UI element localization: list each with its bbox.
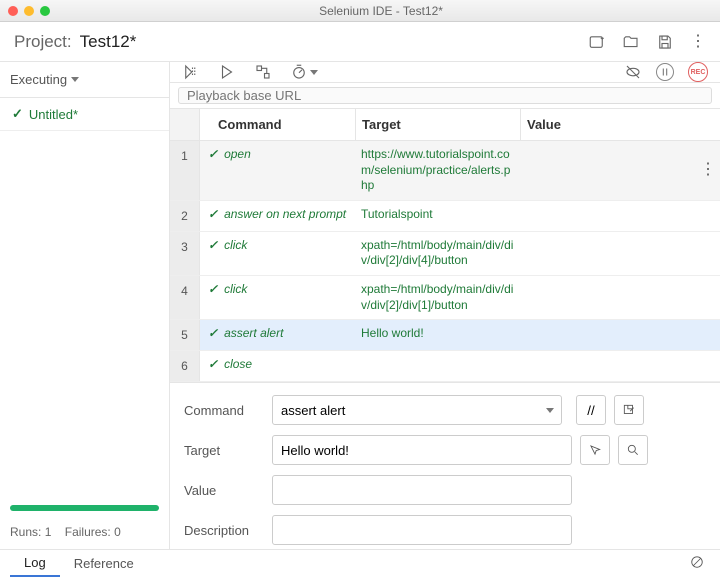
check-icon: ✓: [208, 357, 218, 371]
check-icon: ✓: [208, 282, 218, 296]
row-number: 6: [170, 351, 200, 381]
row-number: 4: [170, 276, 200, 319]
row-number: 5: [170, 320, 200, 350]
maximize-window-icon[interactable]: [40, 6, 50, 16]
failures-count: 0: [114, 525, 121, 539]
ed-description-label: Description: [184, 523, 264, 538]
target-text: Tutorialspoint: [355, 201, 520, 231]
command-text: open: [224, 147, 251, 161]
value-text: [520, 232, 696, 275]
table-row[interactable]: 3 ✓ click xpath=/html/body/main/div/div/d…: [170, 232, 720, 276]
check-icon: ✓: [208, 326, 218, 340]
command-text: assert alert: [224, 326, 283, 340]
window-title: Selenium IDE - Test12*: [50, 4, 712, 18]
table-row[interactable]: 1 ✓ open https://www.tutorialspoint.com/s…: [170, 141, 720, 201]
ed-value-label: Value: [184, 483, 264, 498]
check-icon: ✓: [12, 106, 23, 122]
chevron-down-icon: [310, 70, 318, 75]
runs-count: 1: [45, 525, 52, 539]
toggle-disable-button[interactable]: //: [576, 395, 606, 425]
check-icon: ✓: [208, 207, 218, 221]
th-target: Target: [355, 109, 520, 140]
table-row[interactable]: 6 ✓ close: [170, 351, 720, 382]
more-menu-icon[interactable]: ⋮: [690, 34, 706, 50]
runs-label: Runs:: [10, 525, 41, 539]
chevron-down-icon: [71, 77, 79, 82]
th-value: Value: [520, 109, 696, 140]
table-row[interactable]: 4 ✓ click xpath=/html/body/main/div/div/d…: [170, 276, 720, 320]
project-label: Project:: [14, 32, 72, 52]
table-header: Command Target Value: [170, 109, 720, 141]
sidebar: Executing ✓ Untitled* Runs: 1 Failures: …: [0, 62, 170, 549]
table-row[interactable]: 5 ✓ assert alert Hello world!: [170, 320, 720, 351]
target-text: xpath=/html/body/main/div/div/div[2]/div…: [355, 232, 520, 275]
tab-log[interactable]: Log: [10, 550, 60, 577]
ed-target-label: Target: [184, 443, 264, 458]
target-input[interactable]: [272, 435, 572, 465]
command-input[interactable]: [272, 395, 562, 425]
command-text: click: [224, 282, 247, 296]
disable-breakpoints-icon[interactable]: [624, 63, 642, 81]
row-number: 3: [170, 232, 200, 275]
sidebar-item-test[interactable]: ✓ Untitled*: [0, 98, 169, 131]
th-command: Command: [200, 109, 355, 140]
ed-command-label: Command: [184, 403, 264, 418]
toolbar: REC: [170, 62, 720, 83]
find-target-button[interactable]: [618, 435, 648, 465]
bottom-tabs: Log Reference: [0, 549, 720, 577]
clear-log-icon[interactable]: [690, 555, 704, 572]
description-input[interactable]: [272, 515, 572, 545]
project-name: Test12*: [80, 32, 137, 52]
open-project-icon[interactable]: [622, 33, 640, 51]
value-text: [520, 276, 696, 319]
titlebar: Selenium IDE - Test12*: [0, 0, 720, 22]
sidebar-item-label: Untitled*: [29, 107, 78, 122]
window-controls: [8, 6, 50, 16]
project-header: Project: Test12* ⋮: [0, 22, 720, 62]
table-row[interactable]: 2 ✓ answer on next prompt Tutorialspoint: [170, 201, 720, 232]
row-number: 2: [170, 201, 200, 231]
chevron-down-icon[interactable]: [546, 408, 554, 413]
command-table: 1 ✓ open https://www.tutorialspoint.com/s…: [170, 141, 720, 382]
run-current-icon[interactable]: [218, 63, 236, 81]
test-suite-dropdown[interactable]: Executing: [0, 62, 169, 98]
close-window-icon[interactable]: [8, 6, 18, 16]
open-new-window-button[interactable]: [614, 395, 644, 425]
minimize-window-icon[interactable]: [24, 6, 34, 16]
test-suite-label: Executing: [10, 72, 67, 87]
row-number: 1: [170, 141, 200, 200]
command-editor: Command // Target Value Description: [170, 382, 720, 549]
row-more-icon[interactable]: ⋮: [700, 162, 716, 178]
run-all-icon[interactable]: [182, 63, 200, 81]
failures-label: Failures:: [65, 525, 111, 539]
url-row: [170, 83, 720, 109]
pause-icon[interactable]: [656, 63, 674, 81]
value-text: [520, 320, 696, 350]
target-text: https://www.tutorialspoint.com/selenium/…: [355, 141, 520, 200]
check-icon: ✓: [208, 147, 218, 161]
save-project-icon[interactable]: [656, 33, 674, 51]
record-button[interactable]: REC: [688, 62, 708, 82]
command-text: close: [224, 357, 252, 371]
target-text: [355, 351, 520, 381]
check-icon: ✓: [208, 238, 218, 252]
value-input[interactable]: [272, 475, 572, 505]
main-panel: REC Command Target Value 1 ✓ open https:/…: [170, 62, 720, 549]
playback-url-input[interactable]: [178, 87, 712, 104]
step-icon[interactable]: [254, 63, 272, 81]
value-text: [520, 141, 696, 200]
value-text: [520, 201, 696, 231]
new-project-icon[interactable]: [588, 33, 606, 51]
target-text: xpath=/html/body/main/div/div/div[2]/div…: [355, 276, 520, 319]
command-text: answer on next prompt: [224, 207, 346, 221]
target-text: Hello world!: [355, 320, 520, 350]
speed-icon[interactable]: [290, 63, 318, 81]
run-stats: Runs: 1 Failures: 0: [0, 519, 169, 549]
progress-bar: [10, 505, 159, 511]
command-text: click: [224, 238, 247, 252]
value-text: [520, 351, 696, 381]
select-target-button[interactable]: [580, 435, 610, 465]
tab-reference[interactable]: Reference: [60, 550, 148, 577]
